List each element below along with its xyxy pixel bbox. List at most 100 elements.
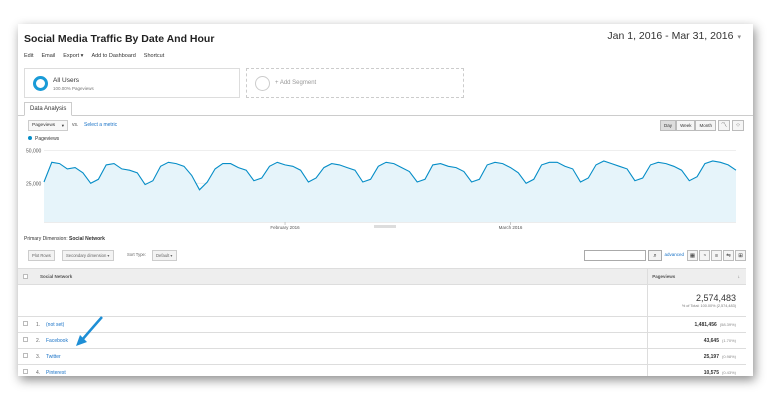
row-checkbox[interactable] [22,369,28,375]
table-search-input[interactable] [584,250,646,261]
advanced-filter-link[interactable]: advanced [664,252,684,257]
tab-row: Data Analysis [18,102,753,116]
row-checkbox[interactable] [22,353,28,358]
report-page: Social Media Traffic By Date And Hour Ja… [18,24,753,376]
column-header-pageviews[interactable]: Pageviews ↓ [647,268,746,285]
tab-data-analysis[interactable]: Data Analysis [24,102,73,116]
y-tick-label: 50,000 [26,149,42,155]
totals-spacer [18,284,32,317]
row-checkbox-cell [18,364,32,376]
legend-dot-icon [28,136,32,140]
secondary-dimension-select[interactable]: Secondary dimension ▾ [62,250,114,261]
shortcut-button[interactable]: Shortcut [144,53,164,59]
row-percent: (1.70%) [721,337,736,343]
segment-subtext: 100.00% Pageviews [53,86,94,91]
segment-all-users[interactable]: All Users 100.00% Pageviews [24,68,240,98]
month-button[interactable]: Month [695,120,716,131]
week-button[interactable]: Week [676,120,696,131]
row-index: 4. [32,364,46,376]
report-toolbar: Edit Email Export ▾ Add to Dashboard Sho… [24,53,164,59]
email-button[interactable]: Email [41,53,55,59]
row-value-cell: 25,197 (0.98%) [647,348,746,365]
performance-view-icon[interactable]: ≡ [711,250,722,261]
export-button[interactable]: Export ▾ [63,53,83,59]
add-segment-label: + Add Segment [275,80,317,86]
pageviews-chart: Pageviews 50,000 25,000 February 2016 March… [24,136,746,231]
x-tick-label: February 2016 [270,225,300,230]
row-value: 43,645 [703,337,719,344]
annotation-arrow-icon [76,316,103,346]
totals-spacer [32,284,648,317]
add-to-dashboard-button[interactable]: Add to Dashboard [91,53,135,59]
report-title: Social Media Traffic By Date And Hour [24,33,215,45]
row-link[interactable]: Pinterest [46,364,648,376]
row-value: 10,575 [703,369,719,376]
table-view-icon[interactable]: ▦ [687,250,698,261]
row-link[interactable]: (not set) [46,316,648,333]
row-percent: (0.98%) [721,353,736,359]
primary-dimension-value[interactable]: Social Network [69,236,105,242]
chart-svg: 50,000 25,000 February 2016 March 2016 [26,149,737,230]
add-segment-button[interactable]: + Add Segment [246,68,464,98]
select-all-checkbox[interactable] [22,273,28,279]
row-checkbox-cell [18,332,32,349]
primary-dimension-label: Primary Dimension: [24,236,68,242]
row-checkbox[interactable] [22,321,28,326]
row-index: 2. [32,332,46,349]
row-checkbox[interactable] [22,337,28,342]
line-chart-icon[interactable]: 〽 [718,120,730,131]
y-tick-label: 25,000 [26,181,42,187]
sort-type-label: Sort Type: [127,252,147,257]
chart-resize-handle[interactable] [374,225,396,228]
row-value: 25,197 [703,353,719,360]
select-metric-link[interactable]: Select a metric [84,122,117,128]
sort-arrow-icon: ↓ [737,274,740,279]
row-link[interactable]: Twitter [46,348,648,365]
metric-select[interactable]: Pageviews ▾ [28,120,68,131]
column-header-social-network[interactable]: Social Network [32,268,648,285]
plot-rows-button[interactable]: Plot Rows [28,250,55,261]
chart-type-buttons: 〽 ⁘ [718,120,744,131]
row-value: 1,481,456 [694,321,717,328]
table-view-buttons: ▦ ◔ ≡ ⇋ ⊞ [687,250,746,261]
chevron-down-icon: ▾ [61,123,64,128]
date-range-picker[interactable]: Jan 1, 2016 - Mar 31, 2016 ▾ [607,30,741,42]
total-pageviews: 2,574,483 % of Total: 100.00% (2,574,483… [647,284,746,317]
table-row: 1. (not set) 1,481,456 (58.39%) [18,316,746,333]
comparison-view-icon[interactable]: ⇋ [723,250,734,261]
legend-label: Pageviews [35,136,60,142]
date-range-label: Jan 1, 2016 - Mar 31, 2016 [607,30,734,42]
totals-row: 2,574,483 % of Total: 100.00% (2,574,483… [18,284,746,317]
sort-type-select[interactable]: Default ▾ [152,250,177,261]
row-index: 1. [32,316,46,333]
empty-segment-ring-icon [255,76,270,91]
series-area [44,161,736,222]
row-percent: (58.39%) [719,321,736,327]
total-subtext: % of Total: 100.00% (2,574,483) [681,304,736,308]
table-row: 2. Facebook 43,645 (1.70%) [18,332,746,349]
metric-select-label: Pageviews [32,123,56,128]
data-table: Social Network Pageviews ↓ 2,574,483 % o… [18,268,746,376]
row-link[interactable]: Facebook [46,332,648,349]
primary-dimension: Primary Dimension: Social Network [24,236,105,242]
chart-controls: Pageviews ▾ vs. Select a metric Day Week… [24,120,746,134]
pivot-view-icon[interactable]: ⊞ [735,250,746,261]
granularity-buttons: Day Week Month [660,120,716,131]
segment-ring-icon [33,76,48,91]
header-checkbox-cell [18,268,32,285]
table-header-row: Social Network Pageviews ↓ [18,268,746,285]
motion-chart-icon[interactable]: ⁘ [732,120,744,131]
row-value-cell: 10,575 (0.43%) [647,364,746,376]
row-percent: (0.43%) [721,369,736,375]
row-value-cell: 1,481,456 (58.39%) [647,316,746,333]
column-header-label: Pageviews [652,274,676,279]
x-tick-label: March 2016 [499,225,523,230]
chevron-down-icon: ▾ [737,34,741,41]
row-checkbox-cell [18,348,32,365]
chart-legend: Pageviews [28,136,59,142]
pie-view-icon[interactable]: ◔ [699,250,710,261]
search-icon[interactable]: ⌕ [648,250,662,261]
edit-button[interactable]: Edit [24,53,33,59]
vs-label: vs. [72,122,79,128]
day-button[interactable]: Day [660,120,677,131]
